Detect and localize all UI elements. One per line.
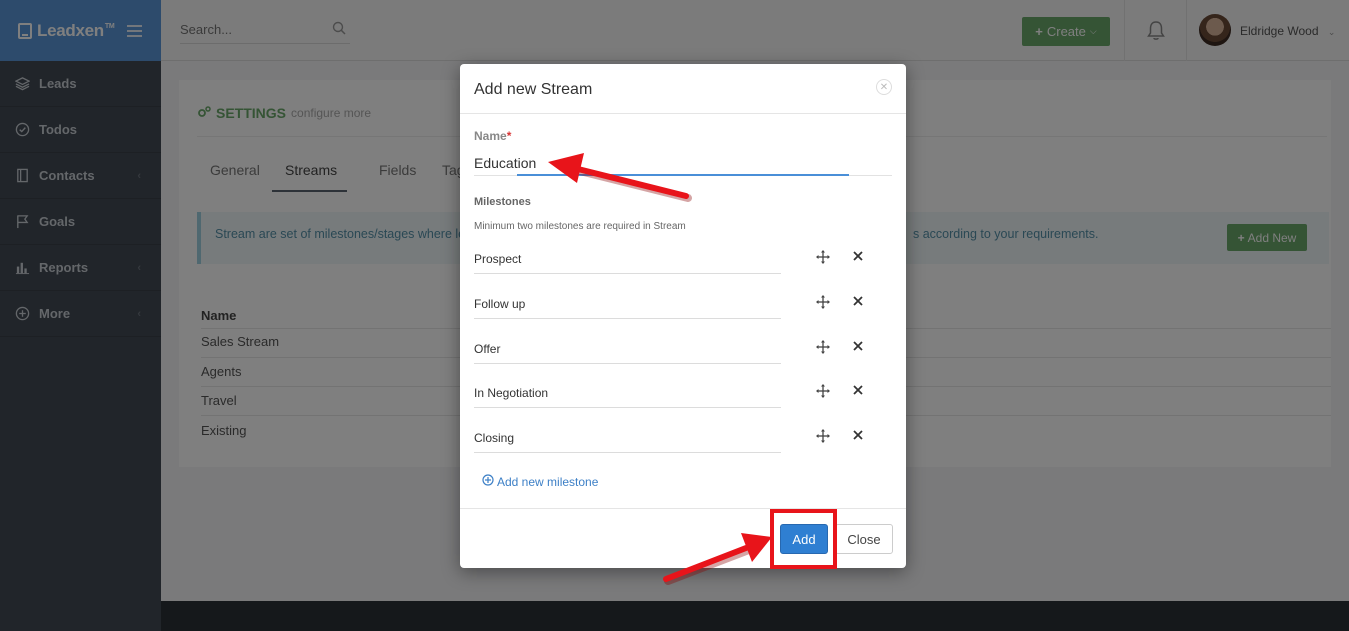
required-mark: * xyxy=(506,129,512,143)
add-milestone-link[interactable]: Add new milestone xyxy=(482,474,598,489)
milestone-input[interactable] xyxy=(474,378,781,408)
milestone-row xyxy=(474,244,884,274)
add-button[interactable]: Add xyxy=(780,524,828,554)
stream-name-input[interactable] xyxy=(474,150,892,176)
modal-footer-divider xyxy=(460,508,906,509)
plus-circle-icon xyxy=(482,474,494,489)
milestone-row xyxy=(474,289,884,319)
milestones-heading: Milestones xyxy=(474,196,531,208)
delete-x-icon[interactable] xyxy=(852,250,864,265)
input-focus-underline xyxy=(517,174,849,176)
add-stream-modal: Add new Stream ✕ Name* Milestones Minimu… xyxy=(460,64,906,568)
drag-move-icon[interactable] xyxy=(816,295,830,312)
name-label: Name* xyxy=(474,129,511,143)
milestone-row xyxy=(474,378,884,408)
drag-move-icon[interactable] xyxy=(816,429,830,446)
delete-x-icon[interactable] xyxy=(852,340,864,355)
close-icon[interactable]: ✕ xyxy=(876,79,892,95)
drag-move-icon[interactable] xyxy=(816,340,830,357)
name-label-text: Name xyxy=(474,129,507,143)
drag-move-icon[interactable] xyxy=(816,384,830,401)
delete-x-icon[interactable] xyxy=(852,384,864,399)
milestone-input[interactable] xyxy=(474,423,781,453)
milestone-input[interactable] xyxy=(474,334,781,364)
delete-x-icon[interactable] xyxy=(852,429,864,444)
add-milestone-label: Add new milestone xyxy=(497,474,599,489)
modal-title: Add new Stream xyxy=(474,81,593,98)
close-button[interactable]: Close xyxy=(835,524,893,554)
milestone-row xyxy=(474,423,884,453)
drag-move-icon[interactable] xyxy=(816,250,830,267)
delete-x-icon[interactable] xyxy=(852,295,864,310)
modal-header: Add new Stream xyxy=(460,64,906,114)
milestone-input[interactable] xyxy=(474,244,781,274)
milestone-input[interactable] xyxy=(474,289,781,319)
milestones-hint: Minimum two milestones are required in S… xyxy=(474,221,686,232)
milestone-row xyxy=(474,334,884,364)
